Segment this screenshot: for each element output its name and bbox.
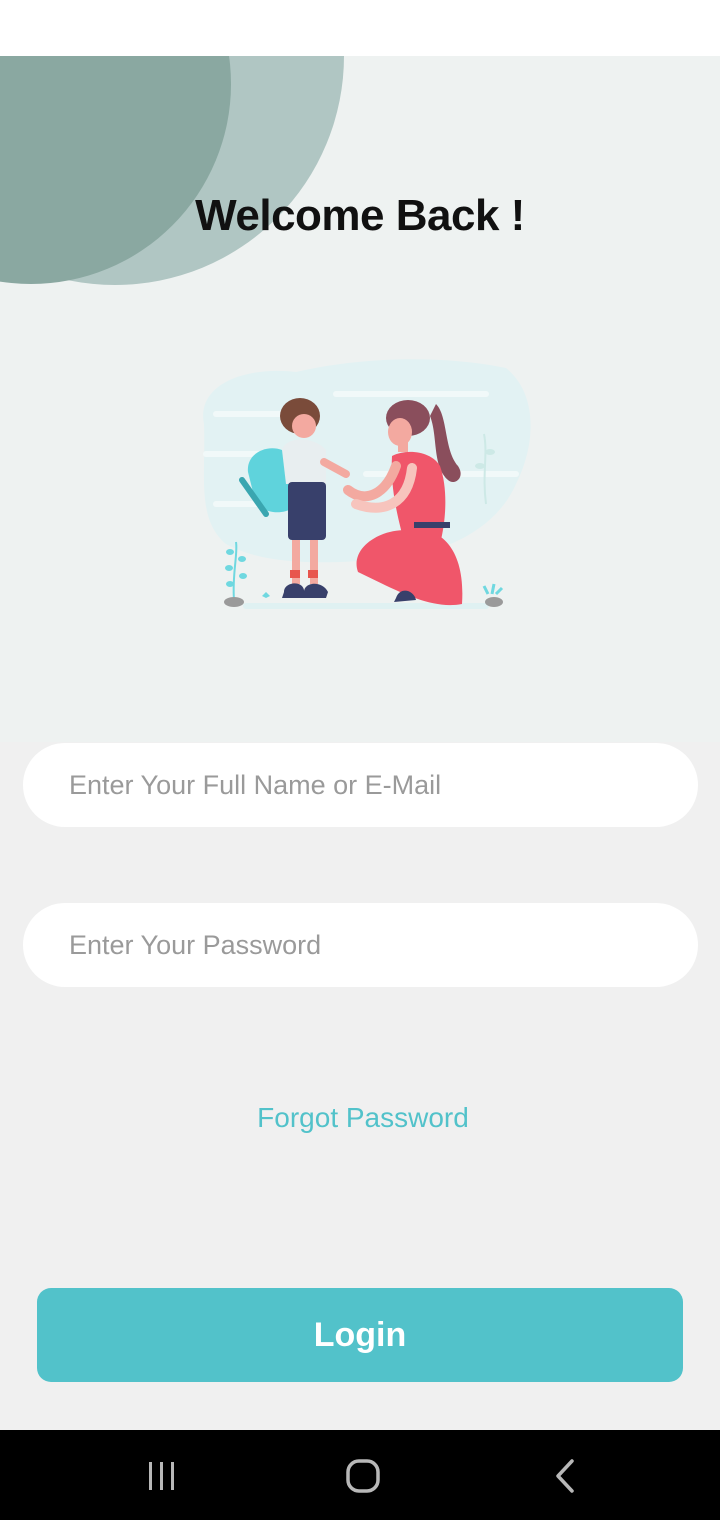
password-input[interactable] bbox=[23, 903, 698, 987]
parent-child-illustration bbox=[203, 359, 531, 609]
back-icon bbox=[556, 1459, 574, 1493]
login-button[interactable]: Login bbox=[37, 1288, 683, 1382]
status-bar bbox=[0, 0, 720, 56]
page-title: Welcome Back ! bbox=[195, 191, 525, 240]
system-navigation-bar bbox=[0, 1430, 720, 1520]
hero-section: Welcome Back ! bbox=[0, 56, 720, 742]
back-button[interactable] bbox=[535, 1455, 595, 1497]
home-button[interactable] bbox=[333, 1455, 393, 1497]
name-email-input[interactable] bbox=[23, 743, 698, 827]
recents-icon bbox=[149, 1462, 174, 1490]
home-icon bbox=[346, 1459, 380, 1493]
forgot-password-link[interactable]: Forgot Password bbox=[0, 1102, 720, 1134]
recents-button[interactable] bbox=[132, 1455, 192, 1497]
